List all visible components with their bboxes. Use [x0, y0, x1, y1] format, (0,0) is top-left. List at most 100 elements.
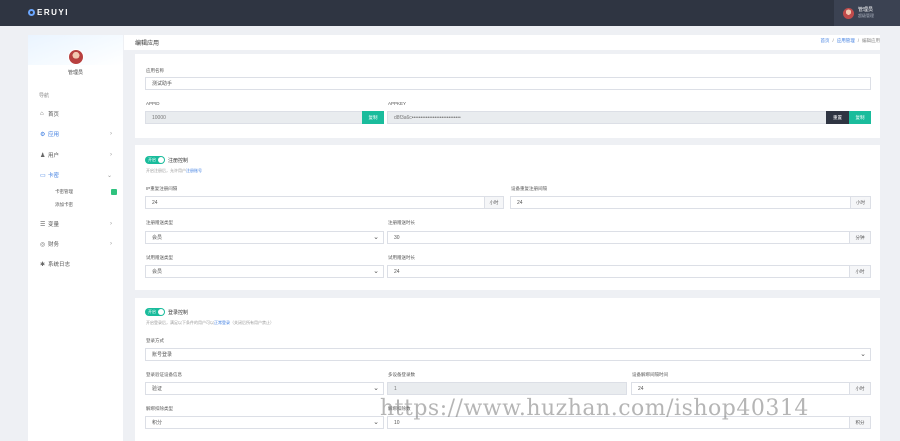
- basic-info-card: 应用名称 测试助手 APPID 10000 复制 APPKEY d8f3a6c•…: [135, 54, 880, 138]
- register-hint: 开启注册后，允许用户注册账号: [146, 168, 202, 174]
- reg-gift-type-select[interactable]: 会员: [145, 231, 384, 244]
- sidebar-item-logs[interactable]: ✱ 系统日志: [40, 259, 112, 269]
- login-hint-link[interactable]: 正常登录: [214, 320, 230, 325]
- unbind-interval-label: 设备解绑间隔时间: [632, 372, 668, 377]
- page-header: 编辑应用 首页 / 应用管理 / 编辑应用: [124, 35, 880, 50]
- avatar: [843, 7, 854, 19]
- app-name-input[interactable]: 测试助手: [145, 77, 871, 90]
- copy-appid-button[interactable]: 复制: [362, 111, 384, 124]
- unbind-deduct-type-select[interactable]: 积分: [145, 416, 384, 429]
- deduct-amount-unit: 积分: [849, 416, 871, 429]
- breadcrumb-current: 编辑应用: [862, 38, 880, 43]
- register-hint-text: 开启注册后，允许用户: [146, 168, 186, 173]
- variable-icon: ☰: [40, 221, 46, 228]
- chevron-right-icon: ›: [110, 131, 112, 137]
- register-toggle[interactable]: 开启: [145, 156, 165, 164]
- sidebar-subitem-label: 添加卡密: [55, 201, 73, 207]
- device-interval-input[interactable]: 24: [510, 196, 851, 209]
- nav-title: 导航: [39, 93, 50, 99]
- sidebar-item-label: 应用: [48, 132, 60, 138]
- login-toggle[interactable]: 开启: [145, 308, 165, 316]
- sidebar-item-variable[interactable]: ☰ 变量 ›: [40, 219, 112, 229]
- breadcrumb-home[interactable]: 首页: [820, 38, 829, 44]
- sidebar-item-home[interactable]: ⌂ 首页: [40, 109, 112, 119]
- appid-label: APPID: [146, 101, 160, 106]
- breadcrumb-app-manage[interactable]: 应用管理: [837, 38, 855, 44]
- login-hint: 开启登录后，满足以下条件的用户可以正常登录（关闭后所有用户禁止）: [146, 320, 274, 326]
- logo-text: ERUYI: [37, 8, 69, 17]
- trial-type-label: 试用赠送类型: [146, 255, 173, 260]
- reset-appkey-button[interactable]: 重置: [826, 111, 849, 124]
- copy-appkey-button[interactable]: 复制: [849, 111, 871, 124]
- reg-gift-type-label: 注册赠送类型: [146, 220, 173, 225]
- watermark: https://www.huzhan.com/ishop40314: [380, 396, 809, 421]
- user-menu[interactable]: 管理员 超级管理: [834, 0, 900, 26]
- ip-interval-unit: 小时: [484, 196, 504, 209]
- brand-logo[interactable]: ERUYI: [28, 8, 69, 17]
- user-icon: ♟: [40, 152, 46, 159]
- sidebar-subitem-card-manage[interactable]: 卡密管理: [55, 187, 117, 196]
- sidebar-item-label: 系统日志: [48, 262, 71, 268]
- toggle-text: 开启: [148, 309, 156, 314]
- register-control-card: 开启 注册控制 开启注册后，允许用户注册账号 IP重复注册间隔 24 小时 设备…: [135, 145, 880, 290]
- chevron-right-icon: ›: [110, 241, 112, 247]
- sidebar-avatar[interactable]: [68, 49, 84, 65]
- sidebar-item-user[interactable]: ♟ 用户 ›: [40, 150, 112, 160]
- breadcrumb-separator: /: [832, 38, 834, 43]
- device-interval-label: 设备重复注册间隔: [511, 186, 547, 191]
- register-hint-link[interactable]: 注册账号: [186, 168, 202, 173]
- home-icon: ⌂: [40, 111, 44, 117]
- appkey-input[interactable]: d8f3a6c••••••••••••••••••••••••••••: [387, 111, 827, 124]
- breadcrumb: 首页 / 应用管理 / 编辑应用: [817, 38, 880, 44]
- verify-device-label: 登录验证设备信息: [146, 372, 182, 377]
- max-devices-label: 多设备登录数: [388, 372, 415, 377]
- verify-device-select[interactable]: 验证: [145, 382, 384, 395]
- logo-icon: [28, 9, 35, 16]
- sidebar-item-label: 变量: [48, 222, 60, 228]
- user-role: 超级管理: [858, 13, 874, 18]
- ip-interval-input[interactable]: 24: [145, 196, 485, 209]
- reg-gift-amount-label: 注册赠送时长: [388, 220, 415, 225]
- register-title: 注册控制: [168, 158, 189, 164]
- ip-interval-label: IP重复注册间隔: [146, 186, 178, 191]
- toggle-knob: [158, 309, 164, 315]
- log-icon: ✱: [40, 261, 46, 268]
- appkey-label: APPKEY: [388, 101, 407, 106]
- breadcrumb-separator: /: [857, 38, 859, 43]
- sidebar-item-label: 财务: [48, 242, 60, 248]
- card-icon: ▭: [40, 172, 46, 179]
- sidebar-item-app[interactable]: ⚙ 应用 ›: [40, 129, 112, 139]
- toggle-text: 开启: [148, 157, 156, 162]
- chevron-right-icon: ›: [110, 221, 112, 227]
- sidebar-item-label: 用户: [48, 153, 60, 159]
- top-bar: ERUYI 管理员 超级管理: [0, 0, 900, 26]
- finance-icon: ◎: [40, 241, 46, 248]
- active-indicator: [111, 188, 117, 195]
- trial-type-select[interactable]: 会员: [145, 265, 384, 278]
- device-interval-unit: 小时: [850, 196, 871, 209]
- max-devices-input[interactable]: 1: [387, 382, 627, 395]
- sidebar-subitem-card-add[interactable]: 添加卡密: [55, 200, 117, 209]
- appid-input[interactable]: 10000: [145, 111, 363, 124]
- chevron-right-icon: ›: [110, 152, 112, 158]
- sidebar-user-name: 管理员: [67, 70, 83, 76]
- app-name-label: 应用名称: [146, 68, 164, 73]
- unbind-interval-unit: 小时: [849, 382, 871, 395]
- login-mode-select[interactable]: 账号登录: [145, 348, 871, 361]
- toggle-knob: [158, 157, 164, 163]
- sidebar-item-finance[interactable]: ◎ 财务 ›: [40, 239, 112, 249]
- trial-amount-label: 试用赠送时长: [388, 255, 415, 260]
- sidebar-item-card[interactable]: ▭ 卡密 ⌄: [40, 170, 112, 180]
- page-title: 编辑应用: [135, 41, 160, 47]
- unbind-interval-input[interactable]: 24: [631, 382, 850, 395]
- sidebar-subitem-label: 卡密管理: [55, 188, 73, 194]
- login-mode-label: 登录方式: [146, 338, 164, 343]
- reg-gift-amount-unit: 分钟: [849, 231, 871, 244]
- app-icon: ⚙: [40, 131, 46, 138]
- trial-amount-input[interactable]: 24: [387, 265, 850, 278]
- reg-gift-amount-input[interactable]: 30: [387, 231, 850, 244]
- sidebar: 管理员 导航 ⌂ 首页 ⚙ 应用 › ♟ 用户 › ▭ 卡密 ⌄ 卡密管理 添加…: [28, 35, 123, 441]
- trial-amount-unit: 小时: [849, 265, 871, 278]
- sidebar-item-label: 首页: [48, 112, 60, 118]
- login-hint-text: 开启登录后，满足以下条件的用户可以: [146, 320, 214, 325]
